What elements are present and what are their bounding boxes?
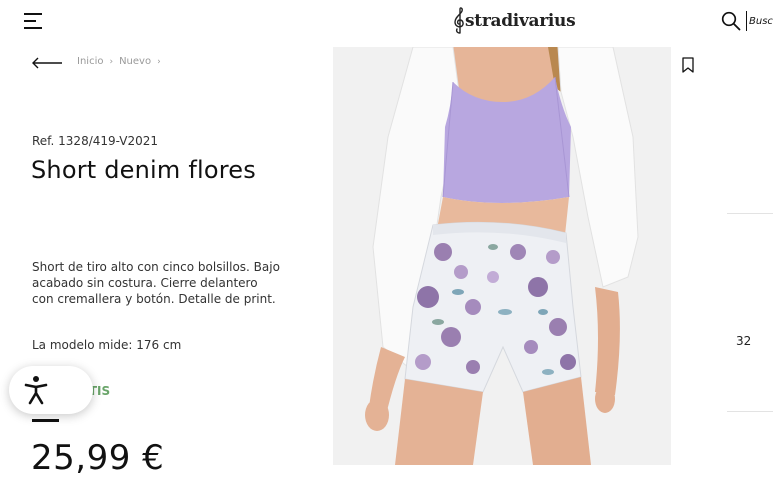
panel-divider (727, 213, 773, 214)
size-option[interactable]: 32 (736, 334, 751, 348)
search-icon[interactable] (721, 11, 741, 31)
product-reference: Ref. 1328/419-V2021 (32, 134, 159, 148)
panel-divider (727, 411, 773, 412)
breadcrumb-item-nuevo[interactable]: Nuevo (119, 56, 151, 67)
product-description: Short de tiro alto con cinco bolsillos. … (32, 260, 280, 306)
price-divider (32, 419, 59, 422)
model-wearing-shorts-illustration (333, 47, 671, 465)
breadcrumb-separator: › (109, 56, 114, 67)
bookmark-icon[interactable] (681, 57, 695, 73)
stradivarius-logo[interactable]: stradivarius (452, 6, 576, 36)
product-price: 25,99 € (31, 438, 165, 478)
product-title: Short denim flores (31, 156, 256, 184)
hamburger-menu-icon[interactable] (24, 13, 42, 29)
search-input[interactable] (746, 11, 773, 31)
logo-text: stradivarius (465, 11, 576, 31)
breadcrumb: Inicio › Nuevo › (77, 56, 167, 67)
product-image[interactable] (333, 47, 671, 465)
breadcrumb-separator: › (157, 56, 161, 67)
model-height-info: La modelo mide: 176 cm (32, 338, 182, 352)
treble-clef-logo-icon (454, 7, 464, 34)
breadcrumb-item-inicio[interactable]: Inicio (77, 56, 103, 67)
accessibility-button[interactable] (9, 366, 93, 414)
accessibility-person-icon (24, 376, 48, 405)
back-arrow-icon[interactable] (31, 55, 63, 69)
